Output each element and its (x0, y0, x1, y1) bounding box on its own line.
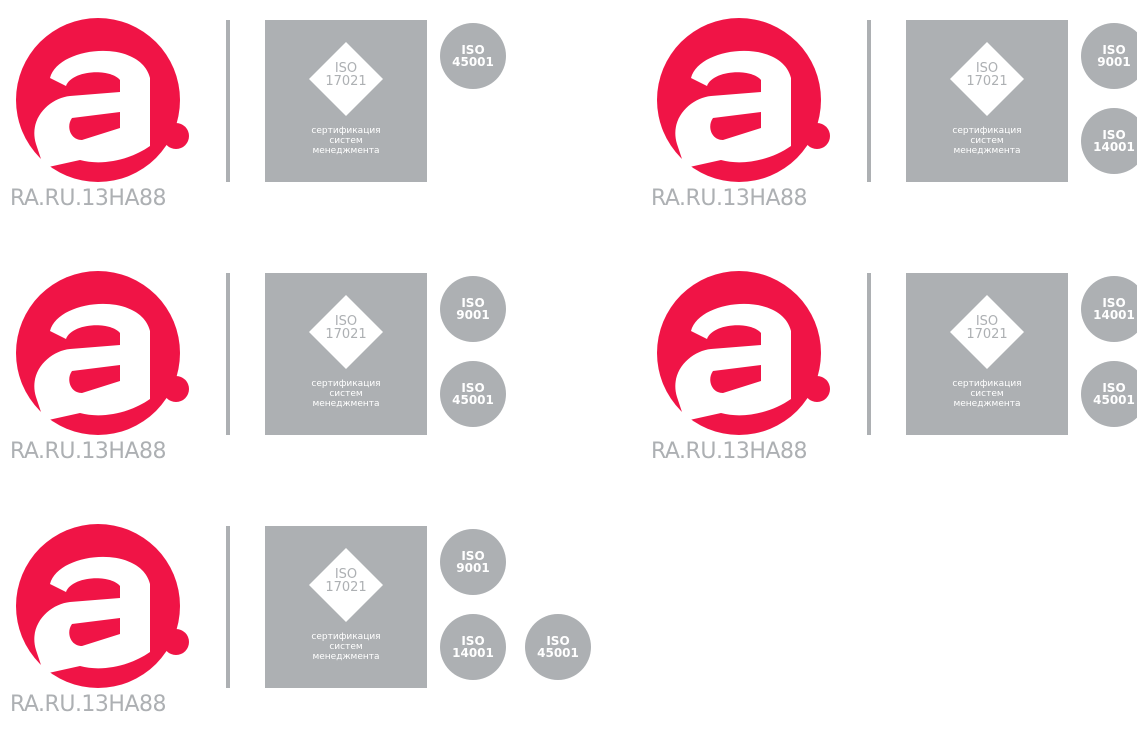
cert-caption-line: систем (329, 642, 363, 652)
iso-badge: ISO 45001 (525, 614, 591, 680)
certification-mark-group: RA.RU.13HA88 ISO 17021 сертификация систем ме… (0, 0, 560, 235)
cert-caption-line: сертификация (952, 126, 1022, 136)
iso-badge-number: 45001 (452, 55, 494, 69)
cert-caption-line: менеджмента (953, 399, 1021, 409)
registration-code: RA.RU.13HA88 (10, 692, 167, 717)
cert-caption: сертификация систем менеджмента (265, 379, 427, 409)
iso-badge: ISO 14001 (440, 614, 506, 680)
vertical-divider (867, 273, 871, 435)
iso-badge-number: 45001 (537, 646, 579, 660)
iso-badge: ISO 45001 (440, 23, 506, 89)
certification-mark-group: RA.RU.13HA88 ISO 17021 сертификация систем ме… (0, 253, 560, 488)
iso-17021-label: ISO 17021 (265, 315, 427, 341)
cert-caption-line: сертификация (311, 126, 381, 136)
iso-badge-number: 14001 (1093, 308, 1135, 322)
accreditation-a-icon (16, 18, 189, 182)
iso-badge: ISO 14001 (1081, 108, 1137, 174)
cert-standard-number: 17021 (325, 580, 367, 595)
vertical-divider (867, 20, 871, 182)
accreditation-logo (651, 18, 831, 188)
iso-17021-certificate-box: ISO 17021 сертификация систем менеджмента (265, 526, 427, 688)
iso-badge: ISO 14001 (1081, 276, 1137, 342)
cert-caption: сертификация систем менеджмента (906, 379, 1068, 409)
cert-caption-line: сертификация (952, 379, 1022, 389)
iso-badge-number: 45001 (452, 393, 494, 407)
iso-badge: ISO 9001 (440, 529, 506, 595)
iso-17021-label: ISO 17021 (906, 315, 1068, 341)
iso-badge-number: 45001 (1093, 393, 1135, 407)
iso-17021-certificate-box: ISO 17021 сертификация систем менеджмента (265, 273, 427, 435)
cert-caption: сертификация систем менеджмента (265, 126, 427, 156)
cert-caption-line: менеджмента (312, 652, 380, 662)
cert-caption: сертификация систем менеджмента (265, 632, 427, 662)
iso-badge-number: 9001 (1097, 55, 1131, 69)
cert-standard-number: 17021 (966, 74, 1008, 89)
accreditation-logo (651, 271, 831, 441)
cert-caption-line: менеджмента (312, 146, 380, 156)
iso-badge: ISO 9001 (1081, 23, 1137, 89)
iso-badge: ISO 45001 (1081, 361, 1137, 427)
iso-17021-label: ISO 17021 (906, 62, 1068, 88)
iso-17021-certificate-box: ISO 17021 сертификация систем менеджмента (906, 273, 1068, 435)
certification-mark-group: RA.RU.13HA88 ISO 17021 сертификация систем ме… (0, 506, 591, 729)
iso-badge: ISO 45001 (440, 361, 506, 427)
iso-17021-certificate-box: ISO 17021 сертификация систем менеджмента (906, 20, 1068, 182)
cert-standard-number: 17021 (325, 74, 367, 89)
iso-17021-certificate-box: ISO 17021 сертификация систем менеджмента (265, 20, 427, 182)
accreditation-a-icon (657, 18, 830, 182)
cert-caption: сертификация систем менеджмента (906, 126, 1068, 156)
iso-badge: ISO 9001 (440, 276, 506, 342)
vertical-divider (226, 20, 230, 182)
iso-badge-number: 14001 (1093, 140, 1135, 154)
iso-17021-label: ISO 17021 (265, 568, 427, 594)
registration-code: RA.RU.13HA88 (10, 439, 167, 464)
cert-caption-line: систем (970, 389, 1004, 399)
vertical-divider (226, 526, 230, 688)
accreditation-a-icon (657, 271, 830, 435)
registration-code: RA.RU.13HA88 (651, 439, 808, 464)
certification-mark-group: RA.RU.13HA88 ISO 17021 сертификация систем ме… (641, 253, 1137, 488)
certification-mark-group: RA.RU.13HA88 ISO 17021 сертификация систем ме… (641, 0, 1137, 235)
cert-caption-line: систем (970, 136, 1004, 146)
accreditation-logo (10, 271, 190, 441)
vertical-divider (226, 273, 230, 435)
accreditation-a-icon (16, 524, 189, 688)
iso-badge-number: 9001 (456, 308, 490, 322)
iso-17021-label: ISO 17021 (265, 62, 427, 88)
cert-caption-line: сертификация (311, 379, 381, 389)
cert-caption-line: систем (329, 136, 363, 146)
cert-caption-line: менеджмента (953, 146, 1021, 156)
iso-badge-number: 14001 (452, 646, 494, 660)
cert-caption-line: сертификация (311, 632, 381, 642)
cert-caption-line: систем (329, 389, 363, 399)
accreditation-logo (10, 18, 190, 188)
cert-standard-number: 17021 (966, 327, 1008, 342)
accreditation-a-icon (16, 271, 189, 435)
registration-code: RA.RU.13HA88 (10, 186, 167, 211)
iso-badge-number: 9001 (456, 561, 490, 575)
cert-caption-line: менеджмента (312, 399, 380, 409)
registration-code: RA.RU.13HA88 (651, 186, 808, 211)
cert-standard-number: 17021 (325, 327, 367, 342)
accreditation-logo (10, 524, 190, 694)
